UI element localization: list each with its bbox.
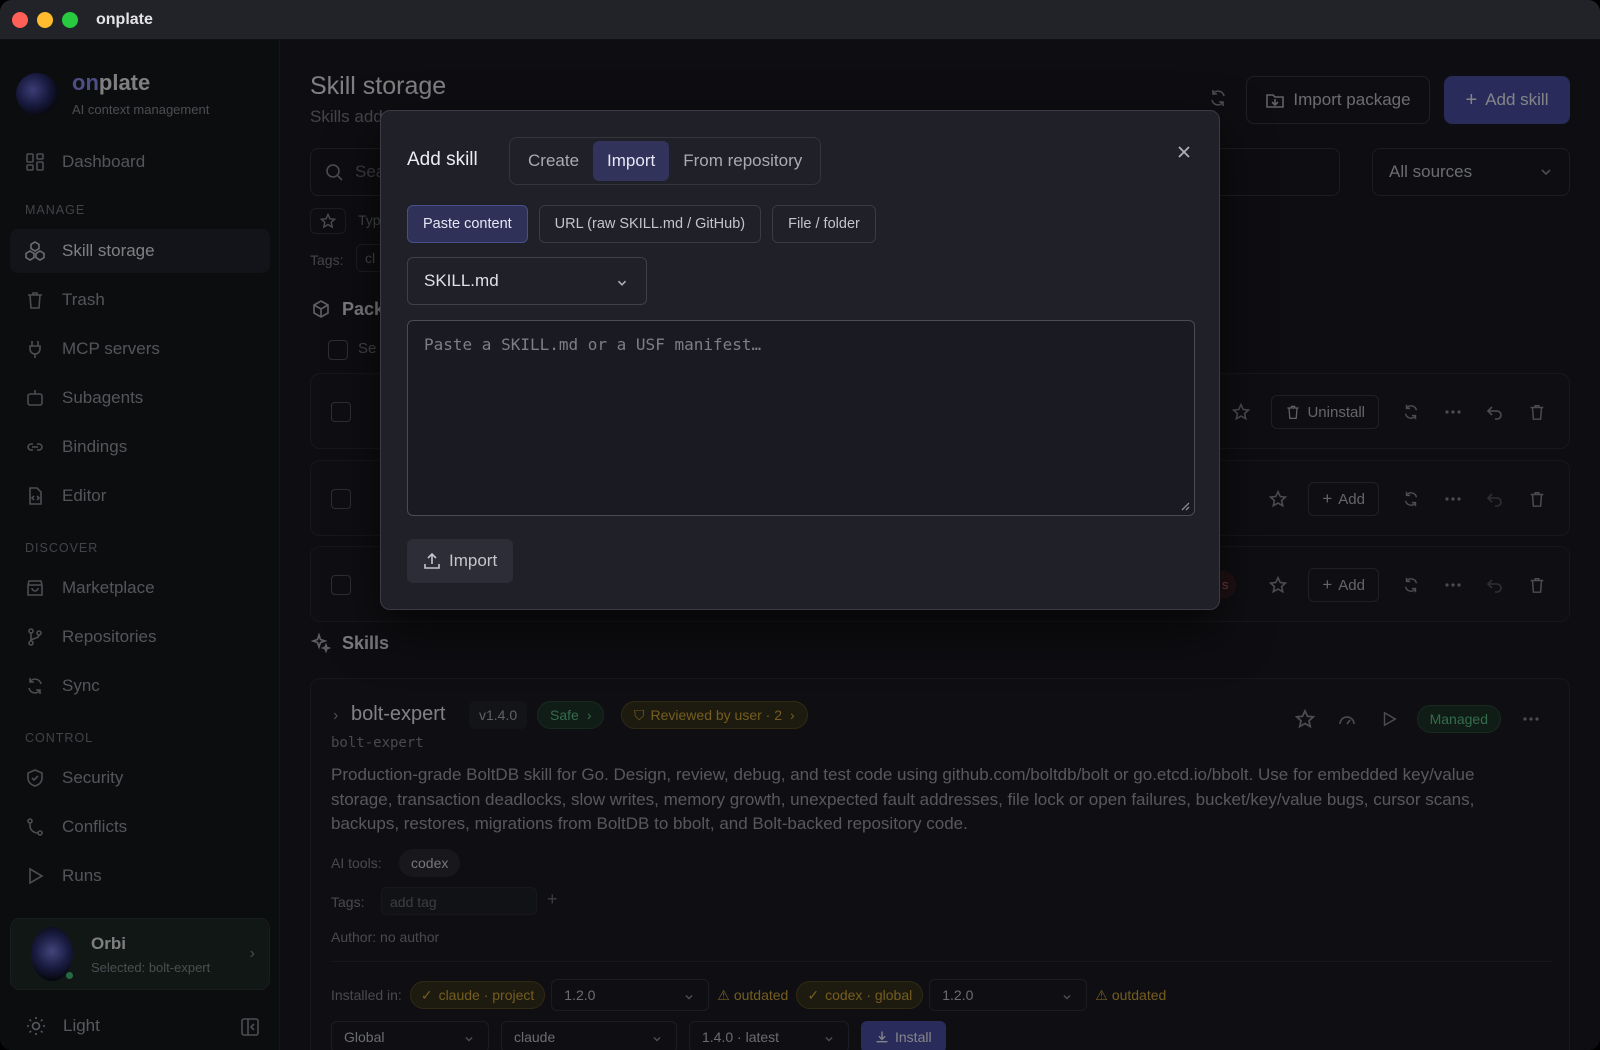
format-select[interactable]: SKILL.md <box>407 257 647 305</box>
import-button[interactable]: Import <box>407 539 514 583</box>
titlebar: onplate <box>0 0 1600 40</box>
window-title: onplate <box>96 10 153 28</box>
chevron-down-icon <box>617 280 627 286</box>
file-folder-button[interactable]: File / folder <box>772 205 876 243</box>
close-window-button[interactable] <box>12 11 28 28</box>
window-controls <box>12 11 78 28</box>
tab-create[interactable]: Create <box>514 141 593 181</box>
app-window: onplate onplate AI context management Da… <box>0 0 1600 1050</box>
tab-from-repository[interactable]: From repository <box>669 141 816 181</box>
zoom-window-button[interactable] <box>62 11 78 28</box>
dialog-tabs: Create Import From repository <box>509 137 822 185</box>
paste-content-textarea[interactable]: Paste a SKILL.md or a USF manifest… <box>407 320 1195 516</box>
add-skill-dialog: Add skill Create Import From repository … <box>380 110 1220 610</box>
url-source-button[interactable]: URL (raw SKILL.md / GitHub) <box>538 205 762 243</box>
tab-import[interactable]: Import <box>593 141 670 181</box>
textarea-placeholder: Paste a SKILL.md or a USF manifest… <box>424 335 762 354</box>
resize-handle-icon <box>1181 502 1190 511</box>
minimize-window-button[interactable] <box>37 11 53 28</box>
dialog-title: Add skill <box>407 149 478 170</box>
import-source-buttons: Paste content URL (raw SKILL.md / GitHub… <box>407 205 887 243</box>
paste-content-button[interactable]: Paste content <box>407 205 528 243</box>
upload-icon <box>424 552 440 569</box>
close-icon[interactable] <box>1175 143 1193 166</box>
